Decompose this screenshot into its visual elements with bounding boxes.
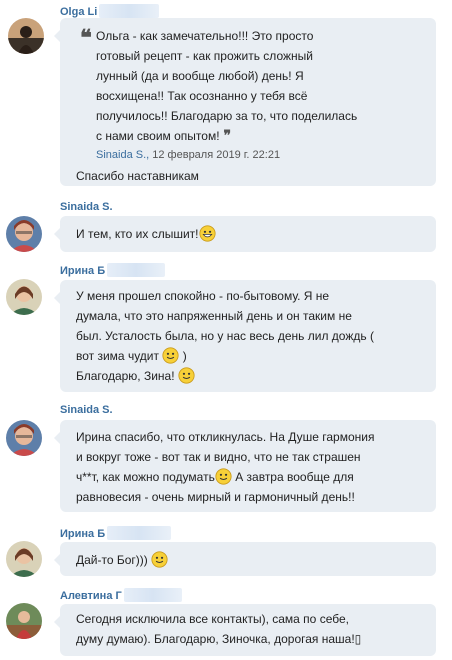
quote-author-link[interactable]: Sinaida S., [96, 149, 149, 161]
quote-line: готовый рецепт - как прожить сложный [96, 49, 313, 63]
quote-line: восхищена!! Так осознанно у тебя всё [96, 89, 308, 103]
message-text: Ирина спасибо, что откликнулась. На Душе… [76, 430, 375, 444]
message-bubble: ❝ Ольга - как замечательно!!! Это просто… [54, 18, 436, 186]
quote-block: ❝ Ольга - как замечательно!!! Это просто… [76, 26, 420, 164]
message-bubble: У меня прошел спокойно - по-бытовому. Я … [54, 280, 436, 392]
message-bubble: Ирина спасибо, что откликнулась. На Душе… [54, 420, 436, 512]
message-text: ч**т, как можно подумать А завтра вообще… [76, 468, 354, 485]
message-text: Дай-то Бог))) [76, 550, 420, 570]
author-name[interactable]: Sinaida S. [60, 201, 113, 213]
author-name[interactable]: Ирина Б [60, 526, 172, 540]
author-name[interactable]: Алевтина Г [60, 588, 182, 602]
message-text: Спасибо наставникам [76, 169, 199, 183]
smile-emoji-icon [178, 367, 195, 384]
message-text: и вокруг тоже - вот так и видно, что не … [76, 450, 361, 464]
avatar[interactable] [8, 18, 44, 54]
avatar[interactable] [6, 216, 42, 252]
author-name[interactable]: Sinaida S. [60, 404, 113, 416]
message-text: Благодарю, Зина! [76, 366, 420, 386]
quote-line: Ольга - как замечательно!!! Это просто [96, 29, 314, 43]
quote-open-icon: ❝ [80, 25, 92, 51]
message-bubble: Дай-то Бог))) [54, 542, 436, 576]
avatar[interactable] [6, 279, 42, 315]
message-text: И тем, кто их слышит! [76, 224, 420, 244]
message-text: был. Усталость была, но у нас весь день … [76, 329, 374, 343]
smile-emoji-icon [151, 551, 168, 568]
unknown-glyph: ▯ [354, 632, 362, 646]
message-text: думала, что это напряженный день и он та… [76, 309, 352, 323]
message-text: Сегодня исключила все контакты), сама по… [76, 612, 349, 626]
smile-emoji-icon [215, 468, 232, 485]
author-name[interactable]: Olga Li [60, 4, 160, 18]
avatar[interactable] [6, 420, 42, 456]
message-text: вот зима чудит ) [76, 347, 187, 364]
smile-emoji-icon [162, 347, 179, 364]
quote-date: 12 февраля 2019 г. 22:21 [152, 149, 281, 161]
quote-attribution: Sinaida S., 12 февраля 2019 г. 22:21 [96, 146, 420, 164]
quote-close-icon: ❞ [223, 128, 232, 144]
author-name[interactable]: Ирина Б [60, 263, 166, 277]
quote-line: получилось!! Благодарю за то, что подели… [96, 109, 358, 123]
grin-emoji-icon [198, 225, 216, 242]
message-text: У меня прошел спокойно - по-бытовому. Я … [76, 289, 330, 303]
quote-line: с нами своим опытом! ❞ [96, 128, 232, 144]
message-text: равновесия - очень мирный и гармоничный … [76, 490, 355, 504]
message-bubble: И тем, кто их слышит! [54, 216, 436, 252]
avatar[interactable] [6, 603, 42, 639]
message-text: думу думаю). Благодарю, Зиночка, дорогая… [76, 632, 362, 646]
message-bubble: Сегодня исключила все контакты), сама по… [54, 604, 436, 656]
avatar[interactable] [6, 541, 42, 577]
quote-line: лунный (да и вообще любой) день! Я [96, 69, 304, 83]
